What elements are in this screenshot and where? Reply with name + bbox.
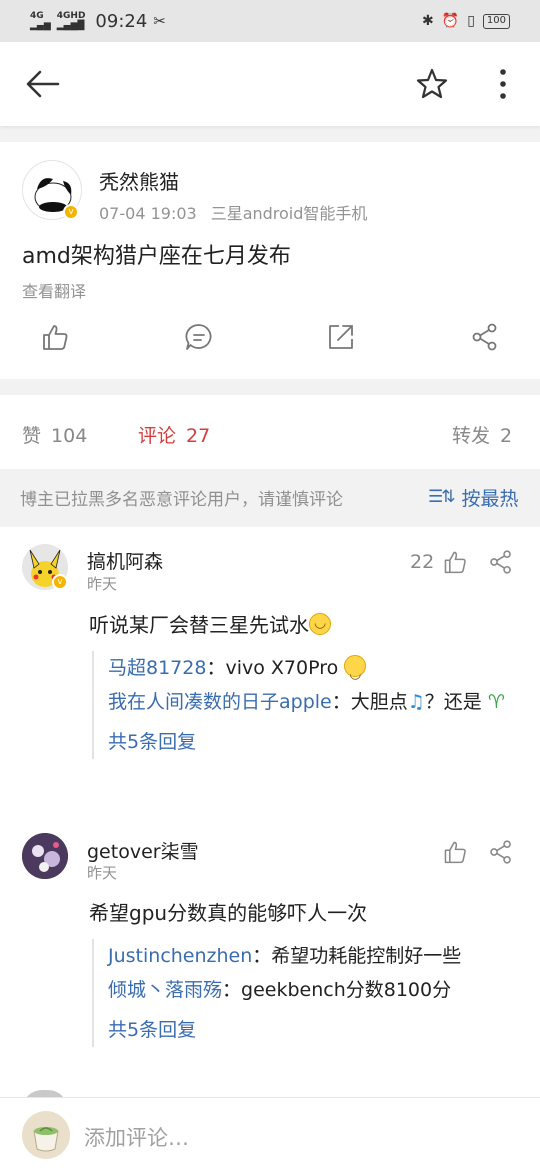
reply-item: Justinchenzhen：希望功耗能控制好一些 — [108, 939, 522, 973]
reply-item: 马超81728：vivo X70Pro — [108, 651, 522, 691]
reply-user[interactable]: 倾城丶落雨殇 — [108, 979, 222, 1001]
commenter-name[interactable]: getover柒雪 — [87, 837, 199, 864]
top-nav-bar — [0, 42, 540, 126]
verified-badge-icon: v — [63, 204, 79, 220]
reply-text: ：vivo X70Pro — [206, 657, 345, 679]
tab-reposts-count: 2 — [500, 425, 513, 447]
verified-badge-icon: v — [52, 574, 68, 590]
tab-likes[interactable]: 赞 104 — [22, 421, 87, 448]
add-comment-input[interactable]: 添加评论… — [84, 1122, 189, 1152]
view-replies-link[interactable]: 共5条回复 — [108, 1013, 522, 1047]
alarm-icon: ⏰ — [441, 13, 460, 29]
comment-share-icon[interactable] — [488, 549, 514, 575]
comment-notice-bar: 博主已拉黑多名恶意评论用户，请谨慎评论 ☰⇅ 按最热 — [0, 469, 540, 527]
reply-item: 倾城丶落雨殇：geekbench分数8100分 — [108, 973, 522, 1007]
tools-icon: ✂ — [153, 12, 166, 30]
favorite-star-icon[interactable] — [414, 66, 450, 102]
ribbon-emoji-icon: ♈ — [487, 691, 505, 713]
reply-user[interactable]: 马超81728 — [108, 657, 206, 679]
sort-label: 按最热 — [461, 487, 519, 510]
reply-item: 我在人间凑数的日子apple：大胆点♫？还是 ♈ — [108, 685, 522, 719]
reply-thread[interactable]: Justinchenzhen：希望功耗能控制好一些 倾城丶落雨殇：geekben… — [92, 939, 522, 1047]
reply-text: ：希望功耗能控制好一些 — [252, 945, 462, 967]
post-card: v 秃然熊猫 07-04 19:03 三星android智能手机 amd架构猎户座… — [0, 142, 540, 379]
comment-bubble-icon[interactable] — [184, 322, 214, 352]
view-replies-link[interactable]: 共5条回复 — [108, 725, 522, 759]
blocked-users-notice: 博主已拉黑多名恶意评论用户，请谨慎评论 — [20, 490, 343, 510]
next-comment-avatar-peek — [22, 1090, 68, 1097]
my-avatar[interactable] — [22, 1111, 70, 1159]
share-icon[interactable] — [470, 322, 500, 352]
translate-link[interactable]: 查看翻译 — [22, 278, 86, 302]
drink-cup-icon — [22, 1111, 70, 1159]
commenter-avatar[interactable] — [22, 833, 68, 879]
post-date: 07-04 19:03 — [99, 204, 197, 223]
bluetooth-icon: ✱ — [422, 13, 434, 29]
commenter-name[interactable]: 搞机阿森 — [87, 547, 163, 574]
reply-user[interactable]: Justinchenzhen — [108, 945, 252, 967]
signal-icon: 4G ▂▄▆ — [30, 11, 51, 31]
comment-input-bar: 添加评论… — [0, 1097, 540, 1170]
post-device: 三星android智能手机 — [210, 204, 368, 223]
tab-likes-count: 104 — [51, 425, 88, 447]
sort-hot-button[interactable]: ☰⇅ 按最热 — [428, 481, 540, 513]
more-options-icon[interactable] — [488, 66, 518, 102]
comment-like-icon[interactable] — [442, 549, 468, 575]
like-thumb-icon[interactable] — [40, 322, 70, 352]
repost-icon[interactable] — [326, 322, 356, 352]
comment-time: 昨天 — [87, 864, 118, 882]
vibrate-icon: ▯ — [467, 13, 475, 29]
tab-reposts-label: 转发 — [452, 425, 491, 447]
reply-text: ：geekbench分数8100分 — [222, 979, 452, 1001]
back-arrow-icon[interactable] — [22, 64, 62, 104]
tab-comments-label: 评论 — [138, 425, 177, 447]
comment-like-count: 22 — [410, 551, 435, 573]
battery-icon: 100 — [482, 13, 510, 29]
comments-list: v 搞机阿森 昨天 22 听说某厂会替三星先试水 马超81728：vivo X7… — [0, 527, 540, 1097]
reply-user[interactable]: 我在人间凑数的日子apple — [108, 691, 332, 713]
author-name[interactable]: 秃然熊猫 — [99, 166, 179, 195]
reply-text: ：大胆点 — [331, 691, 408, 713]
post-meta: 07-04 19:03 三星android智能手机 — [99, 200, 367, 224]
status-bar: 4G ▂▄▆ 4GHD ▂▄▆█ 09:24 ✂ ✱ ⏰ ▯ 100 — [0, 0, 540, 42]
comment-item: getover柒雪 昨天 希望gpu分数真的能够吓人一次 Justinchenz… — [0, 817, 540, 1087]
clock: 09:24 — [95, 10, 148, 32]
tab-comments-count: 27 — [186, 425, 211, 447]
anime-avatar-icon — [22, 833, 68, 879]
comment-text: 听说某厂会替三星先试水 — [89, 609, 331, 638]
comment-item: v 搞机阿森 昨天 22 听说某厂会替三星先试水 马超81728：vivo X7… — [0, 527, 540, 817]
tab-reposts[interactable]: 转发 2 — [452, 421, 512, 448]
stats-tabs: 赞 104 评论 27 转发 2 — [0, 395, 540, 469]
tab-likes-label: 赞 — [22, 425, 42, 447]
smile-emoji-icon — [309, 613, 331, 635]
sort-icon: ☰⇅ — [428, 487, 456, 507]
reply-thread[interactable]: 马超81728：vivo X70Pro 我在人间凑数的日子apple：大胆点♫？… — [92, 651, 522, 759]
reply-text-continued: ？还是 — [424, 691, 482, 713]
comment-share-icon[interactable] — [488, 839, 514, 865]
music-note-emoji-icon: ♫ — [407, 691, 425, 713]
smile-emoji-icon — [344, 655, 367, 691]
comment-time: 昨天 — [87, 575, 118, 593]
comment-like-icon[interactable] — [442, 839, 468, 865]
comment-text-body: 听说某厂会替三星先试水 — [89, 613, 309, 637]
tab-comments[interactable]: 评论 27 — [138, 421, 210, 448]
post-content: amd架构猎户座在七月发布 — [22, 244, 291, 269]
comment-text: 希望gpu分数真的能够吓人一次 — [89, 901, 368, 925]
signal-icon-2: 4GHD ▂▄▆█ — [56, 11, 86, 31]
